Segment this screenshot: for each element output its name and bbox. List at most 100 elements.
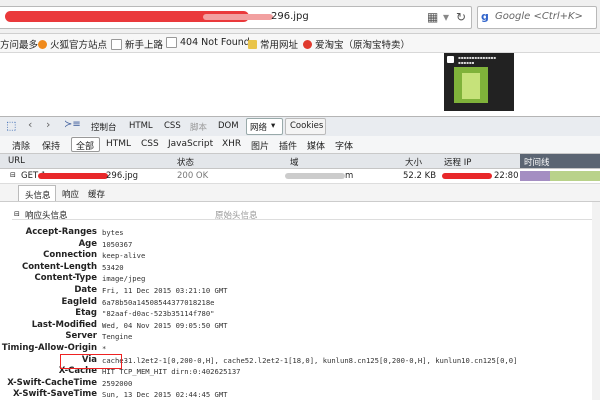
timeline-bar-receiving [550, 171, 600, 181]
header-name: Age [78, 238, 97, 249]
header-value: image/jpeg [102, 274, 146, 284]
clear-button[interactable]: 清除 [12, 139, 30, 152]
page-icon [111, 38, 122, 50]
tab-html[interactable]: HTML [129, 121, 153, 131]
bookmarks-toolbar: 方问最多 火狐官方站点 新手上路 404 Not Found 常用网址 爱淘宝（… [0, 34, 600, 53]
column-timeline[interactable]: 时间线 [524, 156, 550, 168]
url-text: 296.jpg [271, 11, 309, 22]
search-box[interactable]: g Google <Ctrl+K> [477, 6, 597, 29]
tab-headers-label: 头信息 [25, 191, 51, 201]
bookmark-label: 方问最多 [0, 40, 39, 51]
folder-icon [248, 39, 257, 49]
header-name: Last-Modified [31, 319, 97, 330]
refresh-icon[interactable]: ↻ [456, 11, 466, 23]
persist-button[interactable]: 保持 [42, 139, 60, 152]
request-size: 52.2 KB [403, 171, 437, 181]
header-name: Content-Type [34, 273, 97, 284]
bookmark-label: 爱淘宝（原淘宝特卖） [315, 40, 411, 51]
header-value: "82aaf-d0ac-523b35114f780" [102, 309, 215, 319]
filter-fonts[interactable]: 字体 [335, 139, 353, 152]
bookmark-label: 常用网址 [260, 40, 299, 51]
tab-headers[interactable]: 头信息 [18, 185, 56, 201]
request-ip: 22:80 [494, 171, 519, 181]
tab-dom[interactable]: DOM [218, 121, 239, 131]
tab-cookies[interactable]: Cookies [285, 118, 326, 135]
filter-all-button[interactable]: 全部 [71, 137, 100, 152]
redacted-url-tail [203, 14, 273, 20]
column-status[interactable]: 状态 [177, 156, 194, 168]
tab-response[interactable]: 响应 [62, 188, 79, 200]
back-arrow-icon[interactable]: ‹ [28, 118, 32, 131]
redacted-ip [442, 173, 492, 179]
header-value: bytes [102, 228, 124, 237]
collapse-icon[interactable]: ⊟ [10, 171, 16, 179]
filter-xhr[interactable]: XHR [222, 139, 241, 149]
taobao-icon [303, 39, 312, 49]
tab-cookies-label: Cookies [290, 121, 324, 131]
filter-html[interactable]: HTML [106, 139, 131, 149]
scrollbar[interactable] [592, 202, 600, 400]
bookmark-label: 火狐官方站点 [50, 40, 108, 51]
firefox-icon [38, 39, 47, 49]
redacted-domain [285, 173, 345, 179]
product-box-inner [462, 73, 480, 99]
header-value: * [102, 344, 107, 353]
request-status: 200 OK [177, 171, 209, 181]
forward-arrow-icon[interactable]: › [46, 118, 50, 131]
bookmark-item[interactable]: 常用网址 [248, 37, 298, 51]
header-name: Timing-Allow-Origin [1, 343, 97, 353]
header-value: HIT TCP_MEM_HIT dirn:0:402625137 [102, 367, 241, 377]
bookmark-item[interactable]: 火狐官方站点 [38, 37, 107, 51]
table-row[interactable]: ⊟ GET 1 296.jpg 200 OK m 52.2 KB 22:80 [0, 169, 600, 184]
header-value: 6a78b50a14508544377018218e [102, 297, 215, 307]
dropdown-icon[interactable]: ▾ [443, 11, 449, 23]
tab-cache[interactable]: 缓存 [88, 188, 105, 200]
header-value: Tengine [102, 332, 133, 342]
header-name: Date [74, 285, 97, 295]
header-name: X-Swift-SaveTime [12, 389, 97, 400]
bookmark-label: 404 Not Found [180, 37, 250, 48]
timeline-bar-waiting [520, 171, 550, 181]
qr-code-icon[interactable]: ▦ [427, 11, 438, 23]
url-bar[interactable]: 296.jpg ▦ ▾ ↻ [0, 6, 472, 29]
header-name: Content-Length [21, 261, 97, 272]
header-value: cache31.l2et2-1[0,200-0,H], cache52.l2et… [102, 355, 518, 365]
bookmark-label: 新手上路 [125, 40, 164, 51]
search-placeholder: Google <Ctrl+K> [495, 11, 583, 22]
bookmark-item[interactable]: 爱淘宝（原淘宝特卖） [303, 37, 410, 51]
request-file: 296.jpg [106, 171, 139, 181]
filter-plugins[interactable]: 插件 [279, 139, 297, 152]
tab-network-label: 网络 [250, 123, 268, 133]
header-value: Sun, 13 Dec 2015 02:44:45 GMT [102, 390, 228, 400]
bookmark-item[interactable]: 新手上路 [111, 37, 163, 51]
navigation-bar: 296.jpg ▦ ▾ ↻ g Google <Ctrl+K> [0, 0, 600, 34]
tab-script[interactable]: 脚本 [190, 121, 207, 133]
tab-css[interactable]: CSS [164, 121, 181, 131]
column-url[interactable]: URL [8, 156, 25, 166]
command-line-icon[interactable]: ≻≡ [64, 119, 81, 130]
tab-network[interactable]: 网络 ▾ [246, 118, 283, 135]
header-name: X-Swift-CacheTime [7, 377, 97, 388]
header-name: Server [65, 331, 97, 342]
header-value: 53420 [102, 262, 124, 272]
header-value: Wed, 04 Nov 2015 09:05:50 GMT [102, 320, 228, 330]
column-domain[interactable]: 域 [290, 156, 299, 168]
inspect-icon[interactable]: ⬚ [6, 119, 16, 132]
bookmark-item[interactable]: 方问最多 [0, 37, 38, 51]
header-value: 1050367 [102, 239, 133, 249]
column-remote-ip[interactable]: 远程 IP [444, 156, 471, 168]
collapse-icon[interactable]: ⊟ [14, 210, 20, 218]
redacted-url [38, 173, 108, 179]
filter-media[interactable]: 媒体 [307, 139, 325, 152]
google-icon: g [481, 10, 489, 23]
detail-tabs: 头信息 响应 缓存 [0, 184, 600, 202]
tab-console[interactable]: 控制台 [91, 121, 117, 133]
request-table-header: URL 状态 域 大小 远程 IP 时间线 [0, 154, 600, 169]
filter-images[interactable]: 图片 [251, 139, 269, 152]
column-size[interactable]: 大小 [405, 156, 422, 168]
filter-javascript[interactable]: JavaScript [168, 139, 213, 149]
header-name: EagleId [61, 296, 97, 307]
filter-css[interactable]: CSS [141, 139, 159, 149]
flag-icon [447, 56, 454, 63]
bookmark-item[interactable]: 404 Not Found [166, 37, 250, 48]
